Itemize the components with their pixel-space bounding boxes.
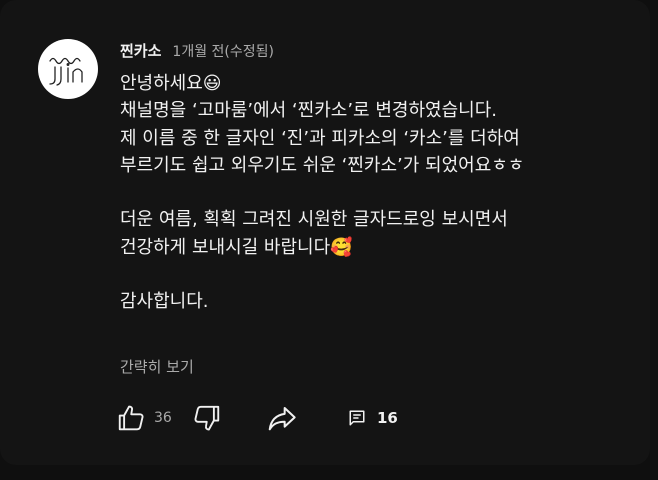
like-count: 36 bbox=[154, 410, 172, 426]
reply-count: 16 bbox=[377, 409, 398, 427]
share-arrow-icon bbox=[268, 407, 296, 431]
author-name[interactable]: 찐카소 bbox=[120, 40, 161, 61]
dislike-button[interactable] bbox=[192, 402, 222, 434]
like-button[interactable]: 36 bbox=[116, 402, 172, 434]
thumbs-up-icon bbox=[118, 405, 144, 431]
timestamp[interactable]: 1개월 전(수정됨) bbox=[172, 41, 274, 61]
thumbs-down-icon bbox=[194, 405, 220, 431]
jjin-logo-icon bbox=[49, 57, 83, 86]
avatar[interactable] bbox=[38, 39, 98, 99]
share-button[interactable] bbox=[266, 402, 298, 434]
show-less-button[interactable]: 간략히 보기 bbox=[120, 356, 194, 377]
comment-header: 찐카소 1개월 전(수정됨) bbox=[120, 40, 274, 64]
comment-icon bbox=[349, 410, 365, 426]
comment-text: 안녕하세요😃 채널명을 ‘고마룸’에서 ‘찐카소’로 변경하였습니다. 제 이름… bbox=[120, 73, 525, 313]
comment-card: 찐카소 1개월 전(수정됨) 안녕하세요😃 채널명을 ‘고마룸’에서 ‘찐카소’… bbox=[0, 0, 650, 465]
replies-button[interactable]: 16 bbox=[348, 402, 398, 434]
